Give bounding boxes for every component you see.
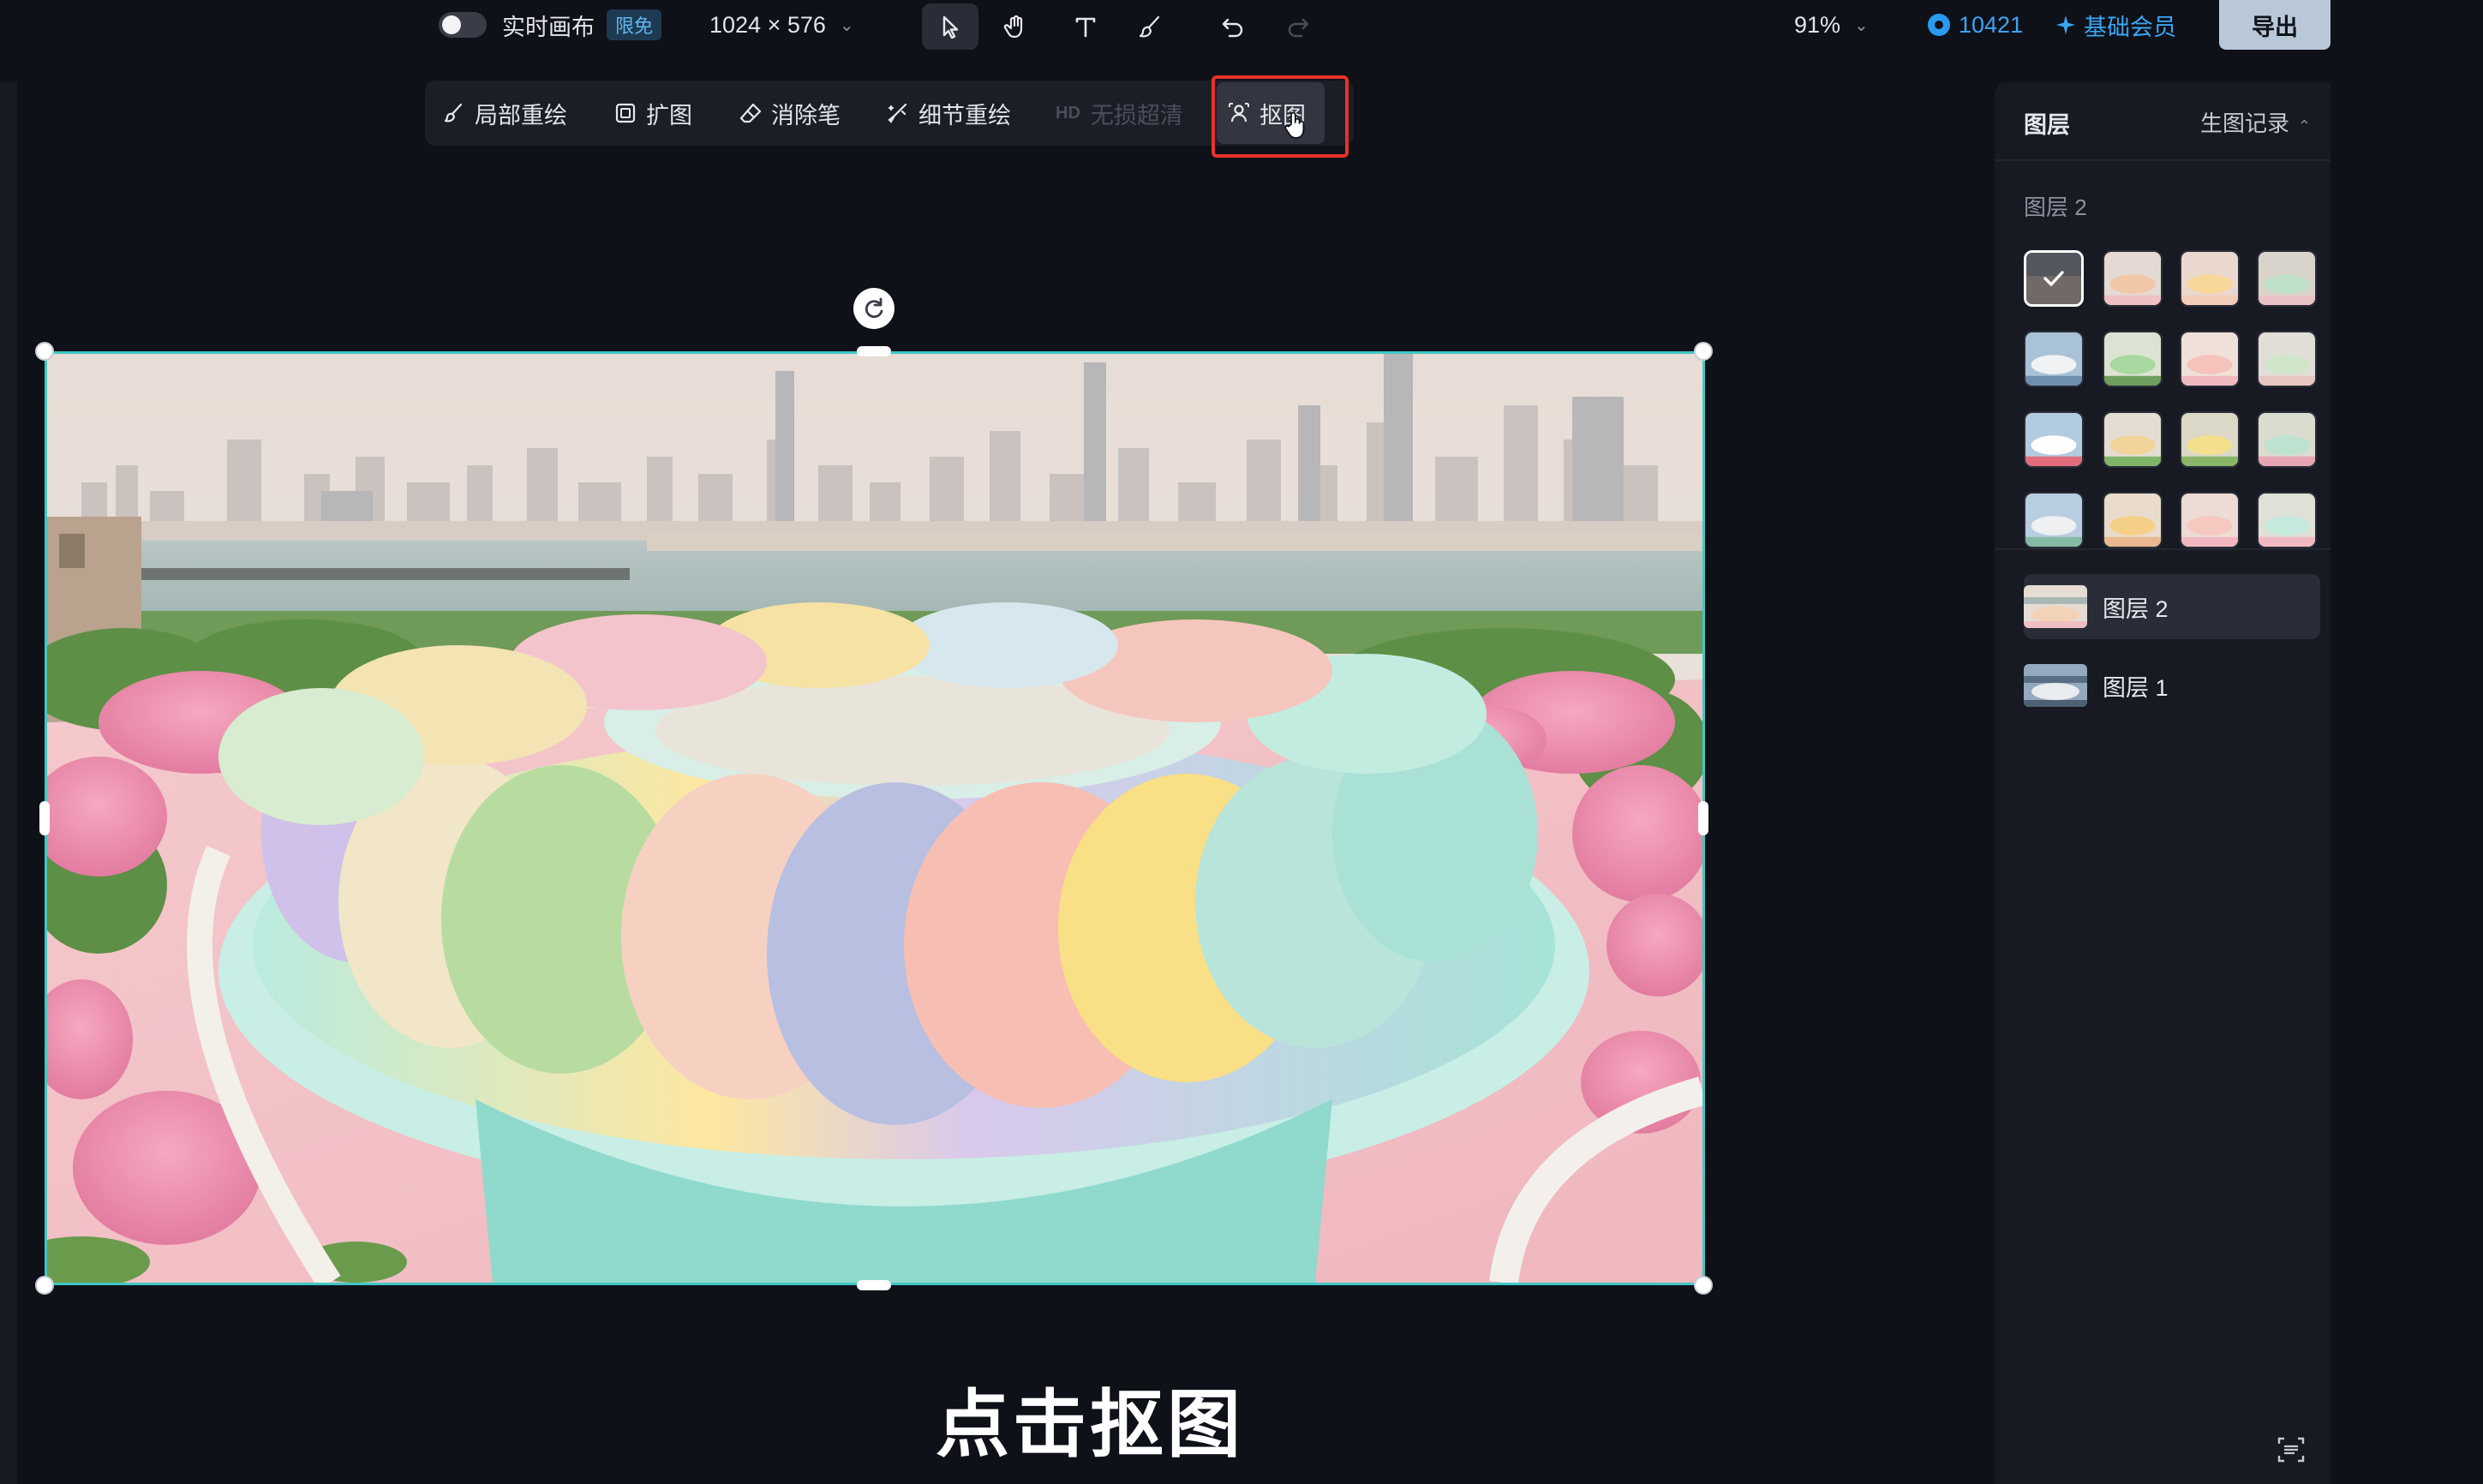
top-toolbar: 实时画布 限免 1024 × 576 ⌄ 91% ⌄ 10421 基础会员 导出 xyxy=(0,0,2330,50)
resize-handle-top-right[interactable] xyxy=(1694,342,1713,361)
panel-divider xyxy=(1995,159,2330,161)
free-badge: 限免 xyxy=(607,9,662,40)
variant-thumbnail[interactable] xyxy=(2257,492,2317,548)
canvas-image[interactable] xyxy=(45,351,1705,1285)
canvas-size-select[interactable]: 1024 × 576 ⌄ xyxy=(709,0,854,50)
undo-button[interactable] xyxy=(1205,3,1261,50)
layer-label: 图层 2 xyxy=(2103,595,2169,622)
checkmark-icon xyxy=(2026,253,2081,304)
variant-thumbnail[interactable] xyxy=(2103,250,2163,307)
variant-thumbnail[interactable] xyxy=(2180,492,2240,548)
inpaint-button[interactable]: 局部重绘 xyxy=(442,81,567,146)
redo-icon xyxy=(1288,18,1309,38)
select-tool-button[interactable] xyxy=(922,3,978,50)
layer-thumbnail xyxy=(2024,585,2087,628)
variant-thumbnail[interactable] xyxy=(2180,250,2240,307)
chevron-down-icon: ⌄ xyxy=(839,15,854,35)
variant-thumbnail[interactable] xyxy=(2180,331,2240,387)
resize-handle-top[interactable] xyxy=(857,346,891,356)
coin-icon xyxy=(1928,14,1950,36)
app-window: 实时画布 限免 1024 × 576 ⌄ 91% ⌄ 10421 基础会员 导出… xyxy=(0,0,2483,1484)
hand-tool-button[interactable] xyxy=(987,3,1044,50)
inpaint-brush-icon xyxy=(444,103,463,123)
eraser-icon xyxy=(739,103,762,123)
redo-button[interactable] xyxy=(1270,3,1326,50)
detail-brush-icon xyxy=(888,103,907,123)
variant-thumbnail[interactable] xyxy=(2103,492,2163,548)
variant-thumbnail[interactable] xyxy=(2257,331,2317,387)
canvas-size-value: 1024 × 576 xyxy=(709,11,826,38)
membership-link[interactable]: 基础会员 xyxy=(2055,0,2176,50)
credits-display[interactable]: 10421 xyxy=(1928,0,2023,50)
text-tool-button[interactable] xyxy=(1057,3,1114,50)
generated-image-pastel-stadium xyxy=(47,354,1702,1283)
variant-thumbnail[interactable] xyxy=(2024,411,2084,468)
detail-repaint-button[interactable]: 细节重绘 xyxy=(886,81,1011,146)
inpaint-label: 局部重绘 xyxy=(475,102,567,129)
layer-thumbnail xyxy=(2024,664,2087,707)
layer-row-2[interactable]: 图层 2 xyxy=(2024,574,2320,639)
undo-icon xyxy=(1222,18,1243,38)
resize-handle-bottom[interactable] xyxy=(857,1280,891,1290)
membership-label: 基础会员 xyxy=(2084,14,2176,40)
generation-history-toggle[interactable]: 生图记录 ⌃ xyxy=(2200,106,2311,138)
resize-handle-left[interactable] xyxy=(39,801,50,835)
export-button[interactable]: 导出 xyxy=(2219,0,2330,50)
lossless-upscale-button[interactable]: HD 无损超清 xyxy=(1056,81,1183,146)
chevron-up-icon: ⌃ xyxy=(2298,117,2312,135)
sparkle-icon xyxy=(2055,15,2076,35)
layer-label: 图层 1 xyxy=(2103,674,2169,701)
left-panel-edge xyxy=(0,82,17,1484)
variant-thumbnail[interactable] xyxy=(2180,411,2240,468)
layers-panel-title: 图层 xyxy=(2024,112,2070,138)
brush-tool-button[interactable] xyxy=(1122,3,1179,50)
layer-section-label: 图层 2 xyxy=(2024,194,2087,220)
layer-row-1[interactable]: 图层 1 xyxy=(2024,653,2320,718)
credits-value: 10421 xyxy=(1959,11,2024,38)
realtime-canvas-toggle-group[interactable]: 实时画布 限免 xyxy=(439,0,662,50)
eraser-label: 消除笔 xyxy=(771,102,841,129)
detail-repaint-label: 细节重绘 xyxy=(918,102,1011,129)
expand-button[interactable]: 扩图 xyxy=(613,81,692,146)
variant-thumbnail[interactable] xyxy=(2257,250,2317,307)
realtime-canvas-label: 实时画布 xyxy=(502,14,595,40)
variant-thumbnail[interactable] xyxy=(2024,250,2084,307)
scan-icon[interactable] xyxy=(2276,1434,2306,1465)
zoom-select[interactable]: 91% ⌄ xyxy=(1794,0,1869,50)
chevron-down-icon: ⌄ xyxy=(1854,15,1869,35)
cursor-arrow-icon xyxy=(942,15,959,39)
hand-icon xyxy=(1003,15,1023,39)
expand-frame-icon xyxy=(615,103,636,123)
variant-thumbnail[interactable] xyxy=(2024,492,2084,548)
resize-handle-bottom-right[interactable] xyxy=(1694,1276,1713,1295)
text-icon xyxy=(1075,17,1096,38)
cutout-highlight-box xyxy=(1212,75,1349,158)
eraser-button[interactable]: 消除笔 xyxy=(739,81,841,146)
rotate-button[interactable] xyxy=(853,288,894,329)
variant-thumbnail[interactable] xyxy=(2257,411,2317,468)
rotate-icon xyxy=(865,297,883,319)
pointer-hand-cursor-icon xyxy=(1284,111,1305,139)
hd-tag: HD xyxy=(1056,103,1080,123)
tutorial-caption: 点击抠图 xyxy=(936,1384,1244,1466)
lossless-upscale-label: 无损超清 xyxy=(1090,102,1183,129)
layers-panel: 图层 生图记录 ⌃ 图层 2 图层 2 图层 1 xyxy=(1995,82,2330,1484)
generation-history-label: 生图记录 xyxy=(2200,111,2290,136)
resize-handle-bottom-left[interactable] xyxy=(35,1276,54,1295)
brush-icon xyxy=(1139,15,1160,38)
variant-thumbnail[interactable] xyxy=(2024,331,2084,387)
variant-thumbnail[interactable] xyxy=(2103,411,2163,468)
panel-divider xyxy=(1995,548,2330,550)
expand-label: 扩图 xyxy=(646,102,692,129)
resize-handle-right[interactable] xyxy=(1698,801,1708,835)
resize-handle-top-left[interactable] xyxy=(35,342,54,361)
realtime-canvas-toggle[interactable] xyxy=(439,12,487,38)
variant-thumbnail[interactable] xyxy=(2103,331,2163,387)
zoom-value: 91% xyxy=(1794,11,1841,38)
